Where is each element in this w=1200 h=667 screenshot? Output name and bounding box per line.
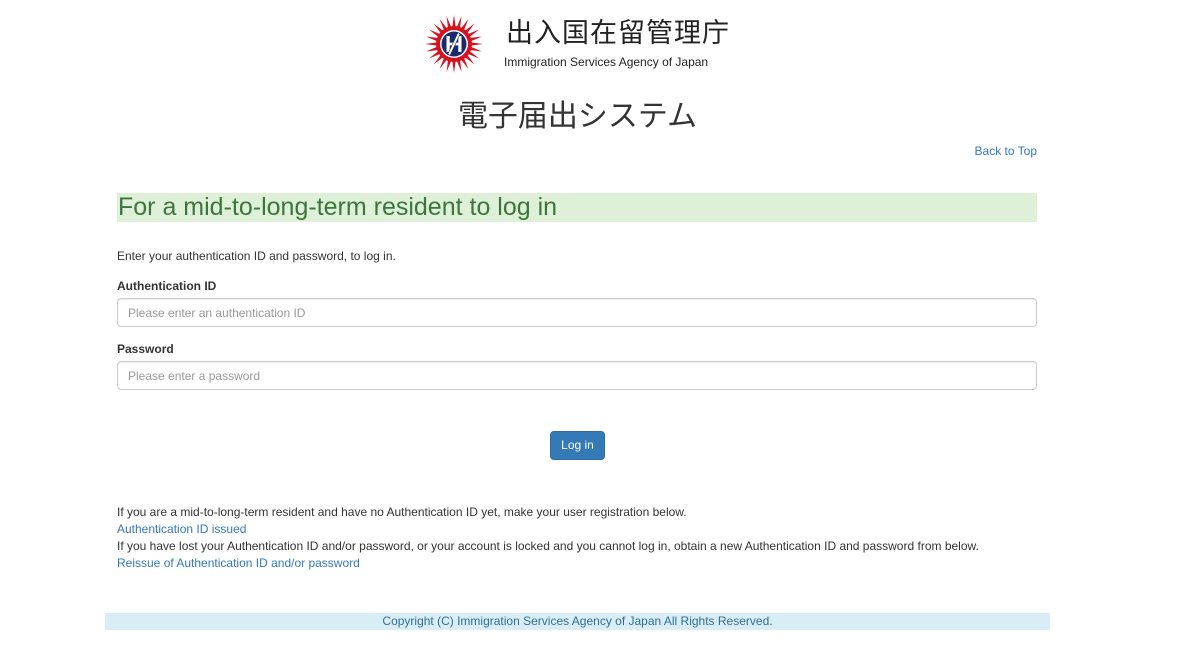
agency-emblem-icon (425, 15, 483, 73)
password-input[interactable] (117, 361, 1037, 390)
agency-name-jp: 出入国在留管理庁 (506, 18, 730, 49)
emblem-ray (469, 36, 483, 42)
emblem-ray (456, 15, 462, 29)
help-section: If you are a mid-to-long-term resident a… (117, 504, 979, 572)
emblem-ray (452, 15, 456, 28)
footer-copyright: Copyright (C) Immigration Services Agenc… (105, 613, 1050, 630)
authentication-id-input[interactable] (117, 298, 1037, 327)
authentication-id-label: Authentication ID (117, 279, 217, 293)
emblem-ray (425, 36, 439, 42)
password-label: Password (117, 342, 174, 356)
emblem-ray (470, 42, 483, 46)
emblem-ray (446, 59, 452, 73)
back-to-top-link[interactable]: Back to Top (975, 144, 1037, 158)
login-heading: For a mid-to-long-term resident to log i… (117, 193, 1037, 222)
login-instructions: Enter your authentication ID and passwor… (117, 249, 396, 263)
login-button[interactable]: Log in (550, 431, 605, 460)
emblem-ray (469, 46, 483, 52)
emblem-ray (452, 60, 456, 73)
reissue-help-text: If you have lost your Authentication ID … (117, 539, 979, 553)
authentication-id-issued-link[interactable]: Authentication ID issued (117, 521, 979, 538)
emblem-ray (446, 15, 452, 29)
registration-help-text: If you are a mid-to-long-term resident a… (117, 505, 687, 519)
emblem-ray (425, 46, 439, 52)
agency-name-en: Immigration Services Agency of Japan (504, 55, 709, 69)
emblem-ray (456, 59, 462, 73)
reissue-link[interactable]: Reissue of Authentication ID and/or pass… (117, 555, 979, 572)
emblem-ray (425, 42, 438, 46)
system-title: 電子届出システム (457, 99, 698, 134)
login-page: 出入国在留管理庁 Immigration Services Agency of … (0, 0, 1200, 667)
agency-brand[interactable]: 出入国在留管理庁 Immigration Services Agency of … (424, 14, 744, 74)
